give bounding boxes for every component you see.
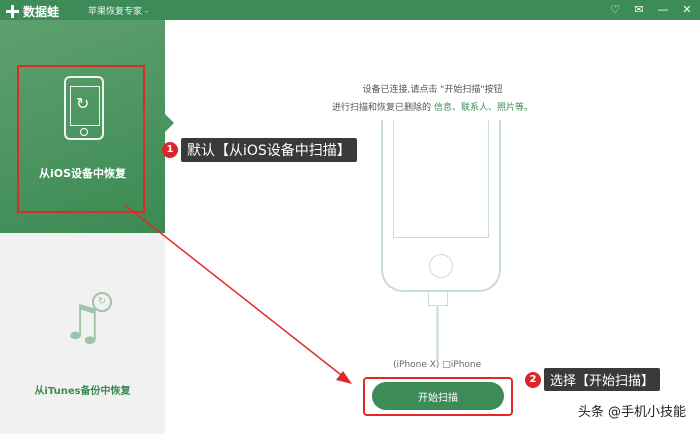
annotation-number: 2 — [525, 371, 541, 388]
annotation-text: 默认【从iOS设备中扫描】 — [181, 138, 357, 162]
annotation-text: 选择【开始扫描】 — [544, 368, 661, 391]
annotation-2: 2 选择【开始扫描】 — [525, 368, 661, 391]
annotation-number: 1 — [162, 142, 178, 158]
watermark: 头条 @手机小技能 — [577, 401, 686, 420]
annotation-1: 1 默认【从iOS设备中扫描】 — [162, 138, 357, 162]
